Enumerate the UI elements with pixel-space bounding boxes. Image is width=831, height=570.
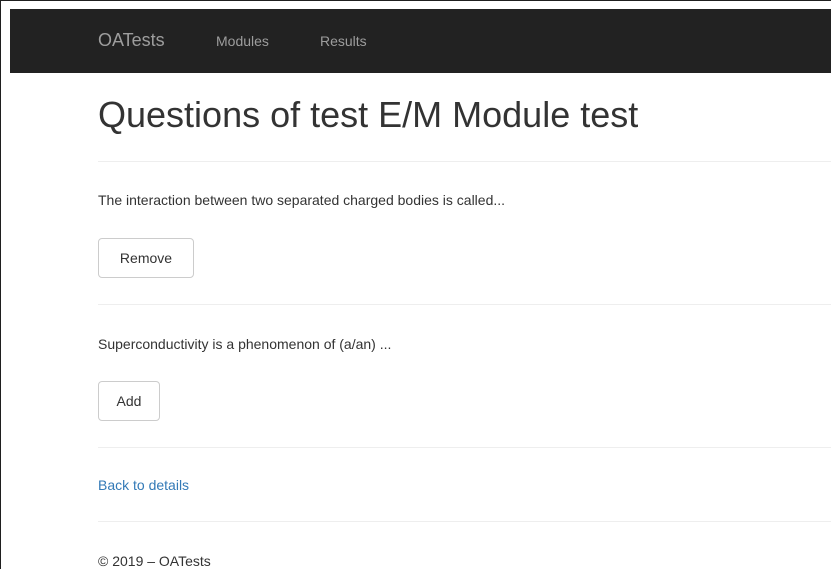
nav-link-results[interactable]: Results <box>320 32 367 50</box>
question-text: Superconductivity is a phenomenon of (a/… <box>98 336 392 352</box>
page-title: Questions of test E/M Module test <box>98 94 639 135</box>
divider <box>98 447 831 448</box>
footer-copyright: © 2019 – OATests <box>98 553 211 569</box>
nav-link-modules[interactable]: Modules <box>216 32 269 50</box>
brand-link[interactable]: OATests <box>98 30 165 50</box>
add-button[interactable]: Add <box>98 381 160 421</box>
remove-button[interactable]: Remove <box>98 238 194 278</box>
divider <box>98 304 831 305</box>
divider <box>98 161 831 162</box>
question-text: The interaction between two separated ch… <box>98 192 506 208</box>
top-navbar: OATests Modules Results <box>10 9 831 73</box>
footer-divider <box>98 521 831 522</box>
back-to-details-link[interactable]: Back to details <box>98 476 189 494</box>
